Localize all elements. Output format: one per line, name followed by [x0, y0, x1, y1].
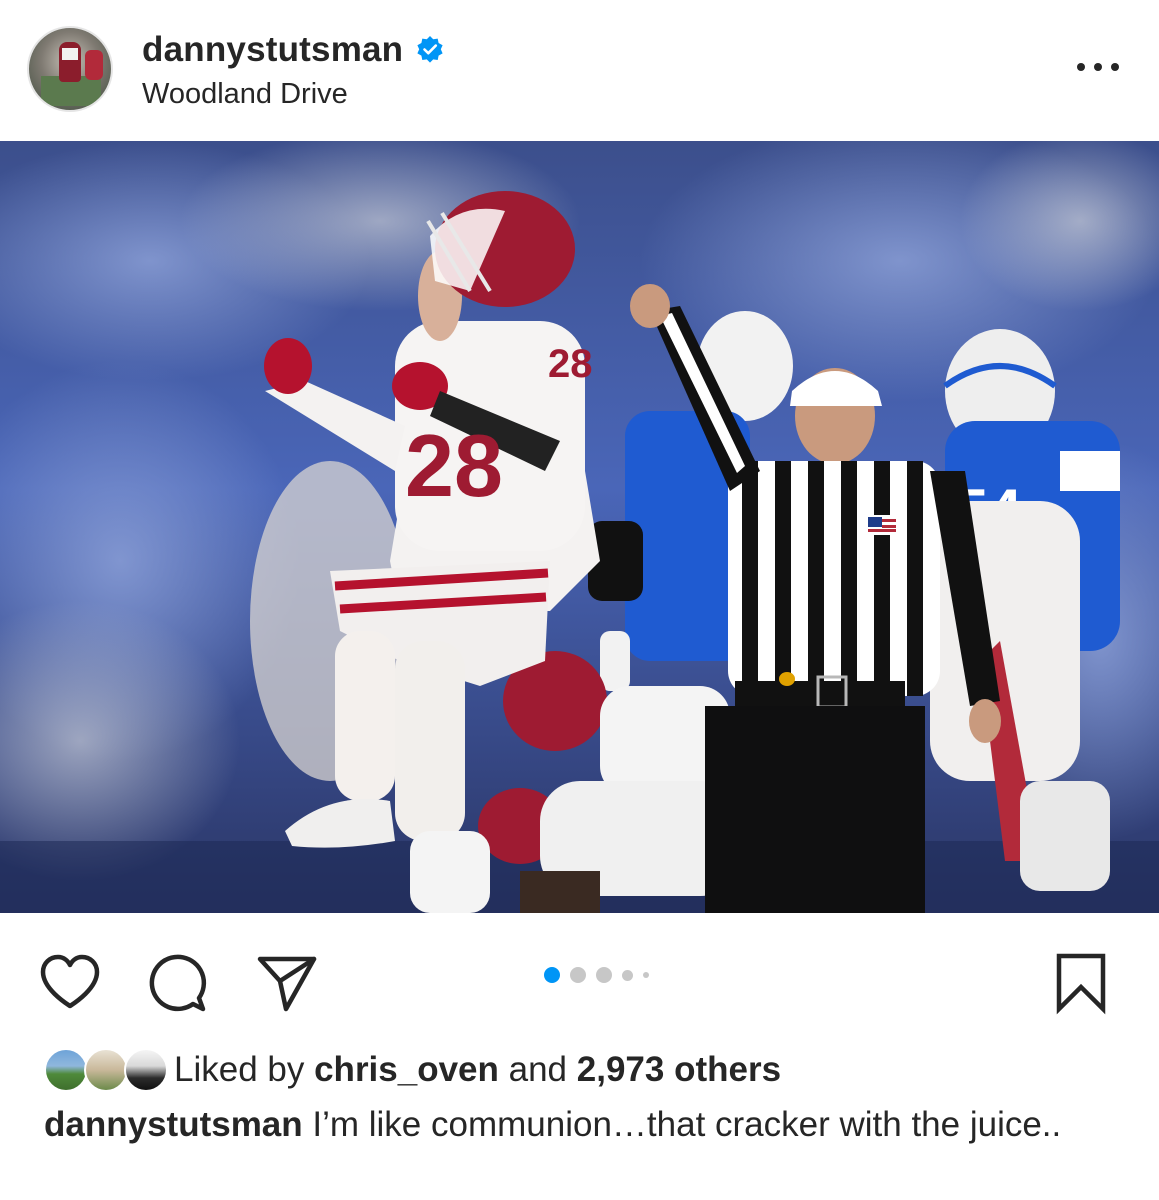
post-caption: dannystutsman I’m like communion…that cr… [44, 1102, 1124, 1148]
likes-summary[interactable]: Liked by chris_oven and 2,973 others [44, 1046, 781, 1094]
username-row: dannystutsman [142, 30, 445, 70]
carousel-dot [596, 967, 612, 983]
liker-avatar [44, 1048, 88, 1092]
jersey-number-chest: 28 [405, 416, 503, 515]
more-options-icon[interactable] [1072, 52, 1124, 82]
post-header: dannystutsman Woodland Drive [0, 0, 1159, 141]
action-bar [0, 913, 1159, 1033]
carousel-dot-active [544, 967, 560, 983]
caption-text: I’m like communion…that cracker with the… [302, 1105, 1062, 1144]
verified-badge-icon [415, 35, 445, 65]
likes-count[interactable]: 2,973 others [577, 1050, 781, 1089]
carousel-dot [643, 972, 649, 978]
carousel-dot [570, 967, 586, 983]
liked-by-user[interactable]: chris_oven [314, 1050, 499, 1089]
post-username[interactable]: dannystutsman [142, 30, 403, 70]
liker-avatar [124, 1048, 168, 1092]
carousel-indicator [544, 967, 659, 983]
post-photo[interactable]: 54 [0, 141, 1159, 913]
comment-bubble-icon[interactable] [147, 951, 209, 1015]
paper-plane-icon[interactable] [255, 951, 319, 1015]
carousel-dot [622, 969, 633, 981]
likes-prefix: Liked by [174, 1050, 315, 1089]
heart-icon[interactable] [38, 951, 102, 1015]
bookmark-icon[interactable] [1054, 951, 1108, 1015]
liker-avatars [44, 1046, 168, 1094]
liker-avatar [84, 1048, 128, 1092]
likes-text: Liked by chris_oven and 2,973 others [174, 1050, 781, 1090]
profile-avatar[interactable] [27, 26, 113, 112]
likes-conjunction: and [498, 1050, 577, 1089]
caption-username[interactable]: dannystutsman [44, 1105, 303, 1144]
jersey-number-shoulder: 28 [548, 342, 593, 386]
post-location[interactable]: Woodland Drive [142, 78, 348, 111]
